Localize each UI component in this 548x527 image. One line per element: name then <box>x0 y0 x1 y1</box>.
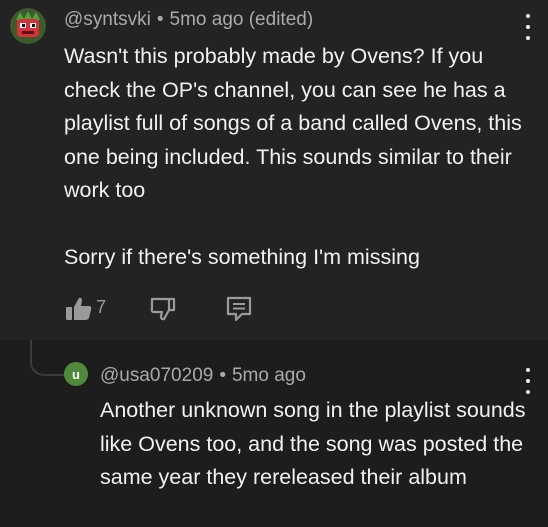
meta-separator: • <box>219 365 226 386</box>
comment-meta: @syntsvki • 5mo ago (edited) <box>64 9 313 31</box>
comment-time: 5mo ago (edited) <box>169 9 314 30</box>
comment-author[interactable]: @syntsvki <box>64 9 151 30</box>
thumbs-down-icon[interactable] <box>148 294 178 324</box>
avatar-letter: u <box>72 366 80 382</box>
meta-separator: • <box>156 9 164 30</box>
reply-time: 5mo ago <box>231 365 306 386</box>
comment-card: @syntsvki • 5mo ago (edited) Wasn't this p… <box>0 0 548 340</box>
comment-icon[interactable] <box>224 294 254 324</box>
comment-text: Wasn't this probably made by Ovens? If y… <box>64 40 534 275</box>
thumbs-up-icon[interactable] <box>64 294 94 324</box>
reply-author[interactable]: @usa070209 <box>100 365 213 386</box>
comment-paragraph: Wasn't this probably made by Ovens? If y… <box>64 44 522 202</box>
cartoon-avatar-icon <box>10 8 46 44</box>
reply-meta: @usa070209 • 5mo ago <box>100 365 306 387</box>
reply-text: Another unknown song in the playlist sou… <box>100 398 526 489</box>
more-vert-icon[interactable] <box>523 368 533 394</box>
avatar[interactable] <box>10 8 46 44</box>
more-vert-icon[interactable] <box>523 14 533 40</box>
comments-screen: @syntsvki • 5mo ago (edited) Wasn't this p… <box>0 0 548 527</box>
reply-avatar[interactable]: u <box>64 362 88 386</box>
thread-connector <box>30 340 66 376</box>
like-count: 7 <box>96 297 107 317</box>
comment-paragraph: Sorry if there's something I'm missing <box>64 245 420 269</box>
